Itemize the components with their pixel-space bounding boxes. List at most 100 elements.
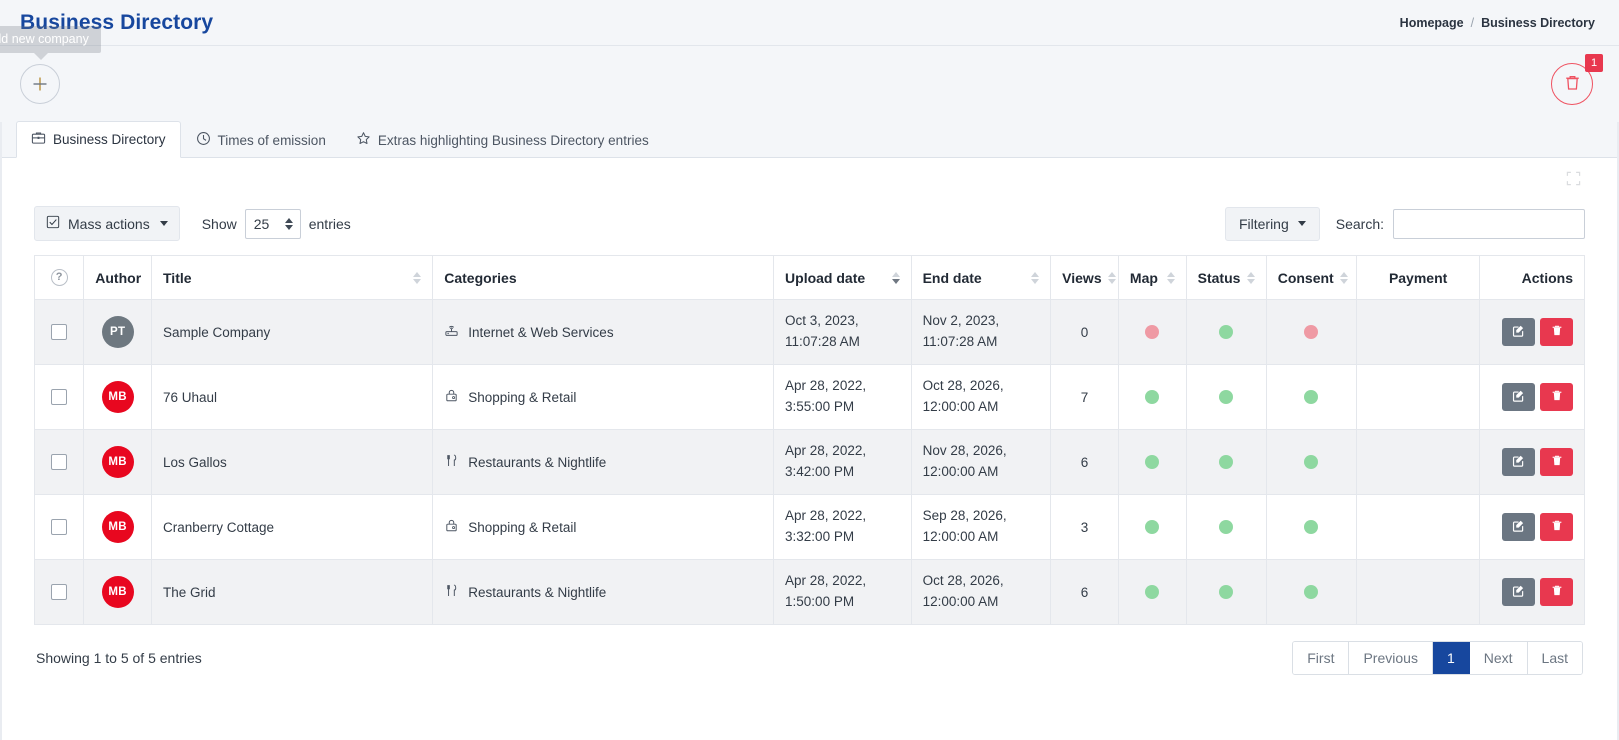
add-new-company-tooltip: Add new company [0, 26, 101, 60]
sort-icon[interactable] [407, 271, 422, 284]
company-title[interactable]: Sample Company [163, 325, 270, 340]
edit-icon [1511, 518, 1526, 536]
delete-row-button[interactable] [1540, 578, 1573, 606]
cell-actions [1479, 429, 1585, 495]
row-checkbox[interactable] [51, 324, 68, 340]
views-value: 7 [1080, 389, 1089, 405]
row-checkbox[interactable] [51, 454, 68, 470]
sort-icon[interactable] [1161, 271, 1175, 284]
th-label: Upload date [785, 269, 866, 286]
fullscreen-icon[interactable] [1566, 171, 1581, 189]
cell-consent [1265, 299, 1358, 365]
cell-select [33, 429, 85, 495]
th-end-date[interactable]: End date [910, 255, 1052, 300]
cell-map [1117, 559, 1187, 625]
row-checkbox[interactable] [51, 584, 68, 600]
tab-bar: Business Directory Times of emission Ext… [0, 121, 1619, 158]
th-consent[interactable]: Consent [1265, 255, 1358, 300]
th-payment: Payment [1356, 255, 1481, 300]
cell-title: Cranberry Cottage [150, 494, 434, 560]
tab-business-directory[interactable]: Business Directory [16, 121, 181, 158]
consent-dot [1304, 325, 1319, 339]
chevron-down-icon [1297, 221, 1306, 226]
shopping-bag-icon [444, 518, 459, 536]
end-date-value: Oct 28, 2026, 12:00:00 AM [922, 573, 1004, 609]
company-title[interactable]: Cranberry Cottage [163, 520, 274, 535]
th-upload-date[interactable]: Upload date [773, 255, 912, 300]
end-date-value: Sep 28, 2026, 12:00:00 AM [922, 508, 1007, 544]
cell-upload-date: Apr 28, 2022, 3:55:00 PM [773, 364, 912, 430]
show-label: Show [201, 215, 237, 232]
question-circle-icon[interactable]: ? [50, 269, 68, 286]
consent-dot [1304, 520, 1319, 534]
edit-row-button[interactable] [1502, 448, 1535, 476]
upload-date-value: Apr 28, 2022, 1:50:00 PM [785, 573, 867, 609]
avatar: PT [101, 316, 134, 348]
th-title[interactable]: Title [150, 255, 434, 300]
company-title[interactable]: Los Gallos [163, 455, 227, 470]
filtering-dropdown[interactable]: Filtering [1224, 206, 1320, 241]
sort-icon[interactable] [1334, 271, 1348, 284]
edit-row-button[interactable] [1502, 318, 1535, 346]
th-views[interactable]: Views [1050, 255, 1119, 300]
pagination-item-last[interactable]: Last [1527, 642, 1582, 674]
router-icon [444, 323, 459, 341]
cell-end-date: Nov 28, 2026, 12:00:00 AM [910, 429, 1052, 495]
row-checkbox[interactable] [51, 389, 68, 405]
page-length-input[interactable] [244, 208, 301, 239]
edit-row-button[interactable] [1502, 383, 1535, 411]
views-value: 0 [1080, 324, 1089, 340]
company-title[interactable]: 76 Uhaul [163, 390, 217, 405]
cell-views: 6 [1050, 429, 1119, 495]
sort-icon[interactable] [1102, 271, 1116, 284]
delete-row-button[interactable] [1540, 383, 1573, 411]
sort-icon[interactable] [886, 271, 900, 284]
breadcrumb-separator: / [1470, 15, 1475, 30]
category-label: Shopping & Retail [468, 389, 577, 405]
pagination-item-previous[interactable]: Previous [1349, 642, 1433, 674]
search-input[interactable] [1393, 208, 1585, 239]
trash-icon [1550, 583, 1564, 601]
cell-consent [1265, 494, 1358, 560]
edit-icon [1511, 453, 1526, 471]
tab-label: Business Directory [53, 131, 166, 147]
tab-times-of-emission[interactable]: Times of emission [181, 122, 341, 158]
th-status[interactable]: Status [1185, 255, 1267, 300]
status-dot [1219, 455, 1234, 469]
cell-status [1185, 299, 1267, 365]
edit-row-button[interactable] [1502, 578, 1535, 606]
cell-status [1185, 559, 1267, 625]
cell-actions [1479, 364, 1585, 430]
th-label: Payment [1388, 269, 1448, 286]
sort-icon[interactable] [1241, 271, 1255, 284]
edit-row-button[interactable] [1502, 513, 1535, 541]
th-label: Views [1062, 269, 1102, 286]
cell-categories: Restaurants & Nightlife [432, 429, 775, 495]
map-status-dot [1145, 520, 1160, 534]
delete-row-button[interactable] [1540, 318, 1573, 346]
th-label: Status [1197, 269, 1241, 286]
mass-actions-dropdown[interactable]: Mass actions [34, 206, 180, 241]
cell-payment [1356, 364, 1481, 430]
company-title[interactable]: The Grid [163, 585, 216, 600]
delete-row-button[interactable] [1540, 448, 1573, 476]
category-label: Restaurants & Nightlife [468, 584, 607, 600]
sort-icon[interactable] [1025, 271, 1040, 284]
pagination-item-1[interactable]: 1 [1432, 642, 1470, 674]
add-new-company-button[interactable] [20, 64, 60, 104]
breadcrumb-item-homepage[interactable]: Homepage [1400, 16, 1464, 30]
table-header-row: ? Author Title Categories Upload date En… [33, 255, 1585, 300]
delete-row-button[interactable] [1540, 513, 1573, 541]
cell-payment [1356, 429, 1481, 495]
pagination-item-first[interactable]: First [1293, 642, 1350, 674]
th-label: Categories [444, 269, 517, 286]
tab-extras-highlighting[interactable]: Extras highlighting Business Directory e… [341, 122, 664, 158]
pagination-item-next[interactable]: Next [1469, 642, 1528, 674]
cell-payment [1356, 494, 1481, 560]
row-checkbox[interactable] [51, 519, 68, 535]
th-map[interactable]: Map [1117, 255, 1187, 300]
cell-views: 3 [1050, 494, 1119, 560]
cell-select [33, 559, 85, 625]
avatar: MB [101, 446, 134, 478]
table-footer: Showing 1 to 5 of 5 entries First Previou… [18, 625, 1601, 675]
